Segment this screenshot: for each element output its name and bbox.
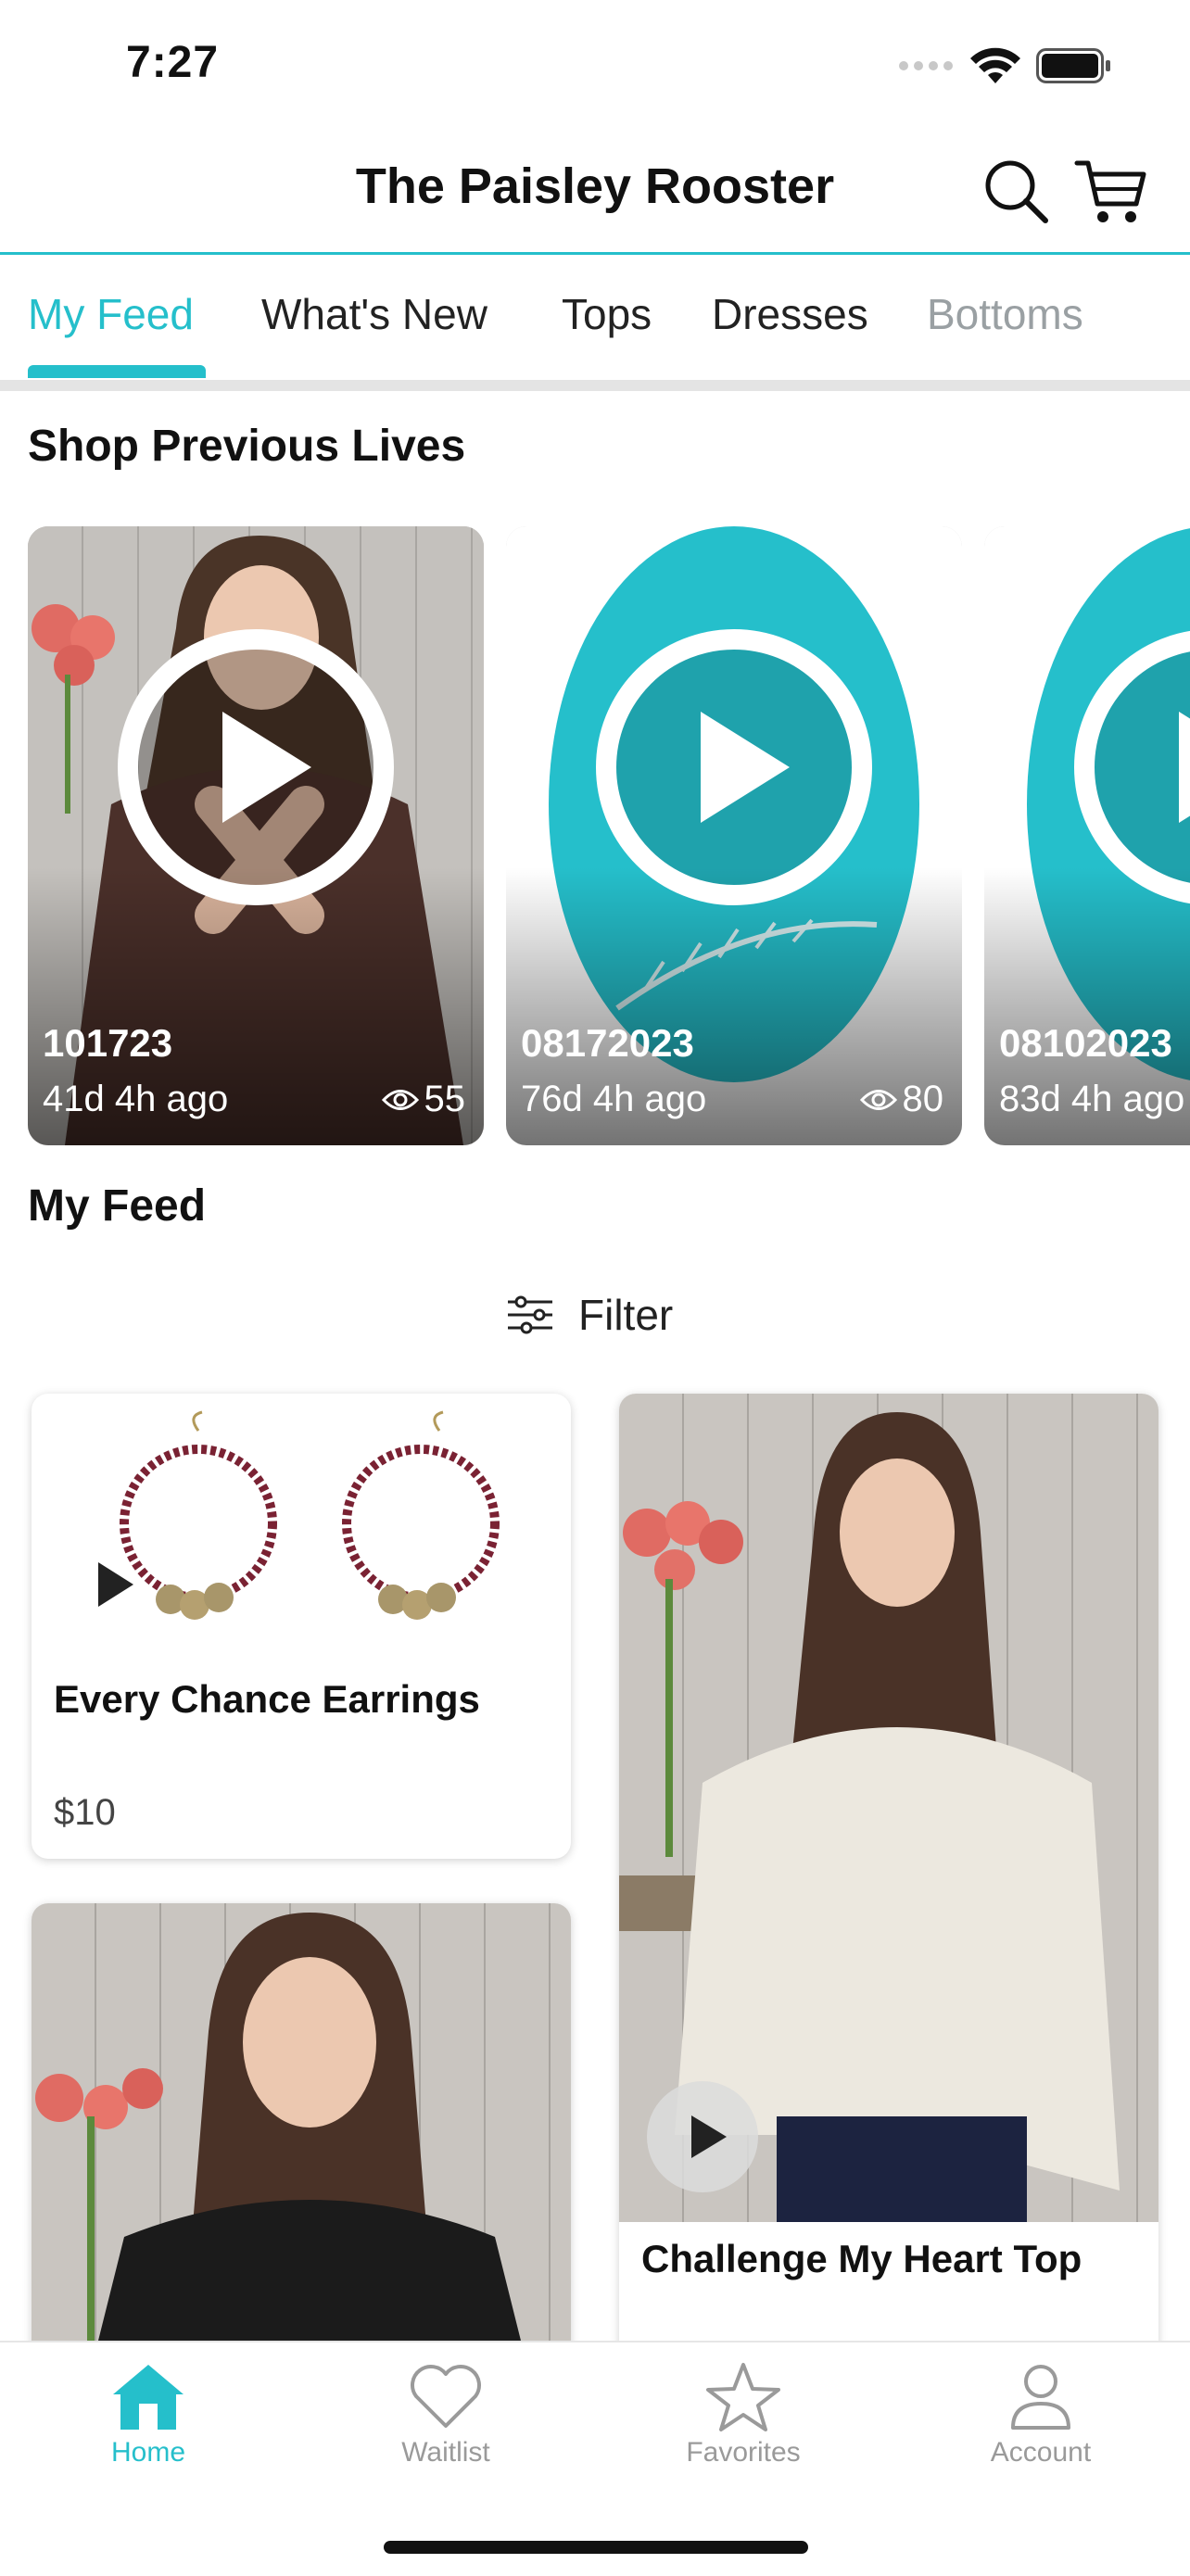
live-view-count: 55 <box>424 1079 466 1119</box>
live-card[interactable]: 101723 41d 4h ago 55 <box>28 526 484 1145</box>
live-card[interactable]: 08172023 76d 4h ago 80 <box>506 526 962 1145</box>
nav-label-favorites: Favorites <box>686 2437 801 2468</box>
live-time-ago: 41d 4h ago <box>43 1079 229 1119</box>
tab-dresses[interactable]: Dresses <box>712 289 868 339</box>
play-icon[interactable] <box>595 628 873 906</box>
live-name: 101723 <box>43 1021 173 1065</box>
filter-button[interactable]: Filter <box>506 1290 673 1340</box>
product-price: $10 <box>54 1792 116 1833</box>
heart-icon <box>411 2365 481 2428</box>
star-icon <box>706 2363 780 2431</box>
product-card[interactable] <box>32 1903 571 2385</box>
active-tab-indicator <box>28 365 206 378</box>
product-card[interactable]: Every Chance Earrings $10 <box>32 1394 571 1859</box>
tab-bottoms[interactable]: Bottoms <box>927 289 1083 339</box>
section-title-lives: Shop Previous Lives <box>28 422 466 471</box>
cart-icon[interactable] <box>1073 154 1147 228</box>
eye-icon <box>859 1089 897 1110</box>
tab-tops[interactable]: Tops <box>562 289 652 339</box>
nav-favorites[interactable]: Favorites <box>651 2361 836 2469</box>
nav-label-account: Account <box>990 2437 1092 2468</box>
nav-label-waitlist: Waitlist <box>401 2437 490 2468</box>
live-card[interactable]: 08102023 83d 4h ago <box>984 526 1190 1145</box>
category-tabs: My Feed What's New Tops Dresses Bottoms <box>0 267 1190 380</box>
live-views: 80 <box>859 1079 944 1120</box>
tab-whats-new[interactable]: What's New <box>261 289 487 339</box>
product-card[interactable]: Challenge My Heart Top <box>619 1394 1158 2376</box>
account-icon <box>1011 2365 1070 2430</box>
search-icon[interactable] <box>981 156 1051 226</box>
play-icon[interactable] <box>1073 628 1190 906</box>
filter-sliders-icon <box>508 1295 552 1334</box>
live-views: 55 <box>381 1079 466 1120</box>
cellular-signal-icon <box>899 61 955 70</box>
play-icon[interactable] <box>117 628 395 906</box>
live-time-ago: 83d 4h ago <box>999 1079 1185 1119</box>
nav-account[interactable]: Account <box>948 2361 1133 2469</box>
video-play-icon[interactable] <box>647 2081 758 2192</box>
nav-label-home: Home <box>110 2437 186 2468</box>
tab-my-feed[interactable]: My Feed <box>28 289 194 339</box>
tabs-divider <box>0 380 1190 391</box>
nav-waitlist[interactable]: Waitlist <box>353 2361 538 2469</box>
battery-icon <box>1036 48 1110 83</box>
home-indicator <box>384 2541 808 2554</box>
live-time-ago: 76d 4h ago <box>521 1079 707 1119</box>
home-icon <box>113 2365 184 2430</box>
section-title-feed: My Feed <box>28 1181 207 1231</box>
live-name: 08172023 <box>521 1021 694 1065</box>
status-time: 7:27 <box>126 38 220 87</box>
live-name: 08102023 <box>999 1021 1172 1065</box>
nav-home[interactable]: Home <box>56 2361 241 2469</box>
product-image <box>98 1410 500 1620</box>
live-view-count: 80 <box>902 1079 944 1119</box>
product-image <box>32 1903 571 2385</box>
eye-icon <box>381 1089 419 1110</box>
wifi-icon <box>970 47 1020 83</box>
product-name: Every Chance Earrings <box>54 1677 480 1721</box>
product-name: Challenge My Heart Top <box>641 2237 1082 2280</box>
header-divider <box>0 252 1190 255</box>
filter-label: Filter <box>578 1291 674 1339</box>
